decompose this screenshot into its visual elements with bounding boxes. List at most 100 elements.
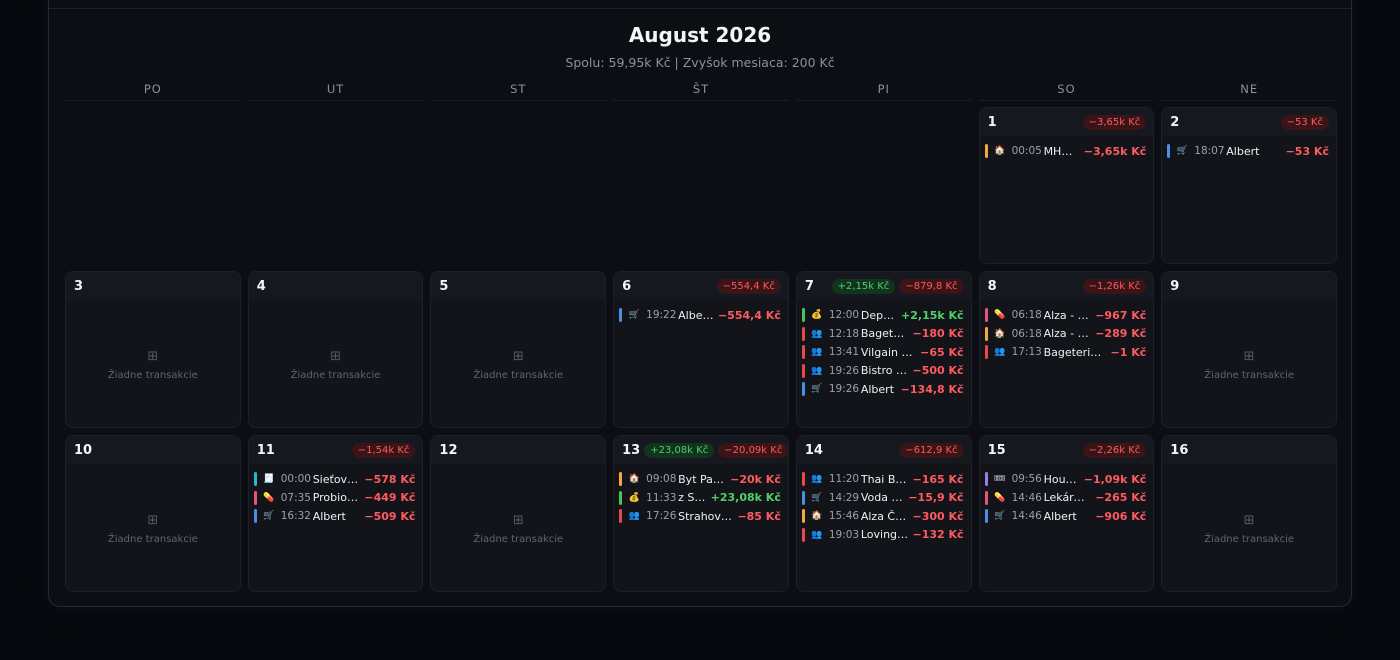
transaction-time: 06:18 bbox=[1011, 309, 1042, 322]
day-cell[interactable]: 4 ⊞ Žiadne transakcie bbox=[247, 271, 424, 428]
transaction-name: Voda perlivá bbox=[860, 491, 904, 505]
month-title: August 2026 bbox=[628, 23, 772, 47]
day-cell[interactable]: 15 −2,26k Kč 🎟 09:56Hourvarka Kino−1,09k Kč… bbox=[978, 435, 1155, 592]
transaction-amount: −15,9 Kč bbox=[908, 491, 964, 505]
transaction-row[interactable]: 💊 14:46Lekáreň - Dr.Max−265 Kč bbox=[984, 489, 1146, 508]
transaction-row[interactable]: 🎟 09:56Hourvarka Kino−1,09k Kč bbox=[984, 470, 1146, 489]
day-cell[interactable]: 3 ⊞ Žiadne transakcie bbox=[65, 271, 241, 428]
transaction-time: 17:26 bbox=[646, 510, 677, 523]
day-header: 1 −3,65k Kč bbox=[979, 108, 1154, 136]
transaction-row[interactable]: 🏠 00:05MHD lístok−3,65k Kč bbox=[984, 142, 1146, 161]
transaction-row[interactable]: 👥 17:26Strahov študenti −85 Kč bbox=[619, 507, 781, 526]
day-cell[interactable]: 12 ⊞ Žiadne transakcie bbox=[430, 435, 607, 592]
transaction-amount: −578 Kč bbox=[364, 472, 416, 486]
day-number: 14 bbox=[804, 442, 823, 458]
transaction-row[interactable]: 🧾 00:00Sieťová karta−578 Kč bbox=[253, 470, 416, 489]
utilities-icon: 🧾 bbox=[263, 474, 275, 485]
day-cell[interactable]: 10 ⊞ Žiadne transakcie bbox=[65, 435, 241, 592]
transaction-list: 🏠 00:05MHD lístok−3,65k Kč bbox=[980, 136, 1154, 161]
transaction-row[interactable]: 💊 06:18Alza - Lieky−967 Kč bbox=[984, 306, 1147, 325]
transaction-amount: −300 Kč bbox=[912, 509, 964, 523]
day-cell[interactable]: 9 ⊞ Žiadne transakcie bbox=[1161, 271, 1337, 428]
no-transactions: ⊞ Žiadne transakcie bbox=[431, 350, 605, 382]
transaction-row[interactable]: 🏠 06:18Alza - Potraviny−289 Kč bbox=[984, 325, 1146, 344]
category-color-bar bbox=[801, 308, 805, 323]
transaction-row[interactable]: 🛒 14:46 Albert −906 Kč bbox=[984, 507, 1147, 526]
transaction-amount: −85 Kč bbox=[737, 509, 781, 523]
transaction-row[interactable]: 💰 11:33z SVK účtu+23,08k Kč bbox=[619, 489, 781, 508]
transaction-row[interactable]: 🛒 14:29Voda perlivá −15,9 Kč bbox=[801, 489, 964, 508]
transaction-row[interactable]: 👥 19:26Bistro Palacký−500 Kč bbox=[801, 362, 964, 381]
category-color-bar bbox=[984, 144, 988, 159]
day-cell[interactable]: 6 −554,4 Kč 🛒 19:22Albert – nákup−554,4 Kč bbox=[613, 271, 789, 428]
transaction-row[interactable]: 🛒 19:22Albert – nákup−554,4 Kč bbox=[619, 306, 781, 325]
transaction-time: 11:33 bbox=[646, 491, 677, 504]
transaction-row[interactable]: 👥 19:03Loving Hut−132 Kč bbox=[801, 526, 964, 545]
calendar-grid: 1 −3,65k Kč 🏠 00:05MHD lístok−3,65k Kč 2 −53 … bbox=[65, 107, 1337, 592]
transaction-list: 💰 12:00Depozit vklad +2,15k Kč 👥 12:18Bagete… bbox=[797, 300, 971, 399]
day-number: 1 bbox=[987, 114, 997, 130]
weekday-header: PO UT ST ŠT PI SO NE bbox=[65, 81, 1338, 101]
expense-total-badge: −20,09k Kč bbox=[718, 442, 788, 458]
transaction-time: 19:03 bbox=[828, 528, 860, 541]
transaction-name: Albert bbox=[312, 509, 346, 523]
day-number: 15 bbox=[987, 442, 1006, 458]
transaction-row[interactable]: 👥 11:20Thai Bistro−165 Kč bbox=[801, 470, 964, 489]
day-cell[interactable]: 16 ⊞ Žiadne transakcie bbox=[1161, 435, 1337, 592]
day-cell[interactable]: 14 −612,9 Kč 👥 11:20Thai Bistro−165 Kč 🛒 14:2… bbox=[795, 435, 972, 592]
transaction-row[interactable]: 🏠 15:46Alza Členstvo−300 Kč bbox=[801, 507, 964, 526]
transaction-row[interactable]: 👥 13:41Vilgain Mlieko−65 Kč bbox=[801, 343, 964, 362]
transaction-name: Strahov študenti bbox=[678, 509, 733, 523]
dining-icon: 👥 bbox=[628, 511, 640, 522]
day-header: 7 +2,15k Kč −879,8 Kč bbox=[796, 272, 971, 300]
transaction-row[interactable]: 👥 17:13Bageterie Boulevard−1 Kč bbox=[984, 343, 1146, 362]
plus-square-icon: ⊞ bbox=[147, 513, 159, 528]
transaction-name: Albert bbox=[860, 382, 895, 396]
no-transactions-label: Žiadne transakcie bbox=[473, 370, 564, 381]
transaction-name: Lekáreň - Dr.Max bbox=[1043, 491, 1092, 505]
transaction-time: 19:26 bbox=[828, 383, 860, 396]
transaction-row[interactable]: 🏠 09:08Byt Pankrác−20k Kč bbox=[619, 470, 781, 489]
day-cell[interactable]: 7+2,15k Kč−879,8 Kč 💰12:00Depozit vklad+2… bbox=[795, 271, 972, 428]
groceries-icon: 🛒 bbox=[628, 310, 640, 321]
day-cell[interactable]: 8 −1,26k Kč 💊 06:18Alza - Lieky−967 Kč 🏠 06:1… bbox=[978, 271, 1155, 428]
transaction-row[interactable]: 💰 12:00Depozit vklad +2,15k Kč bbox=[801, 306, 964, 325]
transaction-row[interactable]: 💊 07:35Probiotiká lekáreň−449 Kč bbox=[253, 489, 415, 508]
day-cell[interactable]: 1 −3,65k Kč 🏠 00:05MHD lístok−3,65k Kč bbox=[978, 107, 1155, 264]
category-color-bar bbox=[984, 326, 988, 341]
day-cell[interactable]: 13+23,08k Kč−20,09k Kč🏠09:08Byt Pankrác−… bbox=[613, 435, 789, 592]
no-transactions: ⊞ Žiadne transakcie bbox=[431, 514, 605, 546]
day-number: 7 bbox=[804, 278, 814, 294]
transaction-name: Bageterie Boulevard bbox=[860, 327, 909, 341]
transaction-time: 12:18 bbox=[828, 327, 860, 340]
transaction-row[interactable]: 🛒 16:32 Albert −509 Kč bbox=[253, 507, 415, 526]
month-summary: Spolu: 59,95k Kč | Zvyšok mesiaca: 200 K… bbox=[565, 55, 835, 70]
day-number: 8 bbox=[987, 278, 997, 294]
transaction-row[interactable]: 🛒 19:26 Albert −134,8 Kč bbox=[801, 380, 964, 399]
transaction-amount: −906 Kč bbox=[1095, 509, 1147, 523]
day-cell[interactable]: 11 −1,54k Kč 🧾 00:00Sieťová karta−578 Kč 💊 07… bbox=[247, 435, 424, 592]
dining-icon: 👥 bbox=[811, 365, 823, 376]
day-header: 8 −1,26k Kč bbox=[979, 272, 1154, 300]
transaction-list: 🧾 00:00Sieťová karta−578 Kč 💊 07:35Probioti… bbox=[249, 464, 423, 526]
day-cell[interactable]: 5 ⊞ Žiadne transakcie bbox=[430, 271, 607, 428]
transaction-name: Probiotiká lekáreň bbox=[312, 491, 361, 505]
transaction-time: 12:00 bbox=[828, 309, 860, 322]
day-number: 6 bbox=[622, 278, 632, 294]
transaction-amount: −65 Kč bbox=[920, 345, 964, 359]
no-transactions-label: Žiadne transakcie bbox=[1204, 370, 1295, 381]
day-cell[interactable]: 2 −53 Kč 🛒 18:07 Albert −53 Kč bbox=[1161, 107, 1337, 264]
transaction-row[interactable]: 👥 12:18Bageterie Boulevard−180 Kč bbox=[801, 325, 964, 344]
no-transactions: ⊞ Žiadne transakcie bbox=[1162, 349, 1336, 382]
transport-icon: 🏠 bbox=[993, 328, 1006, 339]
day-header: 10 bbox=[66, 436, 240, 464]
category-color-bar bbox=[801, 345, 805, 360]
top-divider bbox=[49, 8, 1351, 9]
transaction-name: Albert bbox=[1043, 509, 1077, 523]
transaction-amount: −967 Kč bbox=[1095, 308, 1147, 322]
day-header: 3 bbox=[66, 272, 240, 300]
plus-square-icon: ⊞ bbox=[1243, 349, 1255, 364]
transaction-time: 14:29 bbox=[828, 491, 860, 504]
no-transactions: ⊞ Žiadne transakcie bbox=[66, 513, 240, 546]
transaction-row[interactable]: 🛒 18:07 Albert −53 Kč bbox=[1167, 142, 1329, 161]
